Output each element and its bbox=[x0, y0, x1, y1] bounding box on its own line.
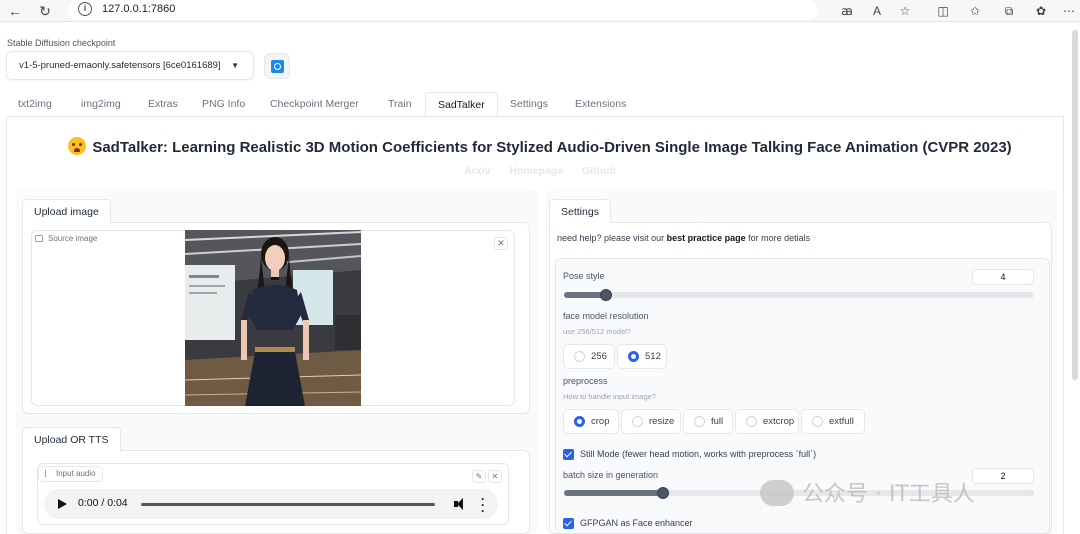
music-icon bbox=[45, 470, 51, 477]
extension-icon[interactable]: ✿ bbox=[1032, 2, 1050, 20]
best-practice-link[interactable]: best practice page bbox=[667, 233, 746, 243]
play-icon[interactable] bbox=[58, 499, 67, 509]
more-options-icon[interactable]: · · · bbox=[480, 493, 486, 517]
favorite-icon[interactable]: ☆ bbox=[896, 2, 914, 20]
back-icon[interactable]: ← bbox=[6, 2, 24, 20]
page-title: SadTalker: Learning Realistic 3D Motion … bbox=[0, 137, 1080, 156]
address-bar[interactable]: i 127.0.0.1:7860 bbox=[68, 0, 818, 20]
browser-toolbar: ← ↻ i 127.0.0.1:7860 ꜳ A ☆ ◫ ✩ ⧉ ✿ ⋯ bbox=[0, 0, 1080, 22]
radio-crop[interactable]: crop bbox=[563, 409, 619, 434]
help-text: need help? please visit our best practic… bbox=[557, 233, 811, 243]
preprocess-label: preprocess bbox=[563, 376, 608, 386]
checkpoint-label: Stable Diffusion checkpoint bbox=[7, 38, 116, 48]
refresh-checkpoint-button[interactable] bbox=[264, 53, 290, 79]
radio-dot bbox=[574, 351, 585, 362]
page-scrollbar[interactable] bbox=[1072, 30, 1078, 380]
radio-extcrop[interactable]: extcrop bbox=[735, 409, 799, 434]
tab-txt2img[interactable]: txt2img bbox=[18, 92, 52, 117]
clear-audio-button[interactable]: ✕ bbox=[488, 470, 502, 483]
text-size-icon[interactable]: A bbox=[868, 2, 886, 20]
arxiv-link[interactable]: Arxiv bbox=[464, 165, 490, 177]
tab-img2img[interactable]: img2img bbox=[81, 92, 121, 117]
checkpoint-value: v1-5-pruned-emaonly.safetensors [6ce0161… bbox=[19, 60, 221, 71]
clear-image-button[interactable]: ✕ bbox=[494, 237, 508, 250]
tab-extensions[interactable]: Extensions bbox=[575, 92, 626, 117]
tab-settings[interactable]: Settings bbox=[510, 92, 548, 117]
watermark: 公众号 · IT工具人 bbox=[760, 476, 975, 508]
source-image bbox=[185, 230, 361, 406]
audio-player: 0:00 / 0:04 · · · bbox=[44, 489, 498, 519]
batch-size-input[interactable]: 2 bbox=[972, 468, 1034, 484]
slider-fill bbox=[564, 490, 663, 496]
tab-sadtalker[interactable]: SadTalker bbox=[425, 92, 498, 117]
caret-down-icon: ▼ bbox=[231, 61, 239, 70]
preprocess-sub: How to handle input image? bbox=[563, 392, 656, 401]
pose-style-label: Pose style bbox=[563, 271, 605, 281]
checkpoint-dropdown[interactable]: v1-5-pruned-emaonly.safetensors [6ce0161… bbox=[6, 51, 254, 80]
radio-resize[interactable]: resize bbox=[621, 409, 681, 434]
refresh-icon bbox=[271, 60, 284, 73]
face-model-label: face model resolution bbox=[563, 311, 649, 321]
read-aloud-icon[interactable]: ꜳ bbox=[838, 2, 856, 20]
radio-512[interactable]: 512 bbox=[617, 344, 667, 369]
edit-audio-button[interactable]: ✎ bbox=[472, 470, 486, 483]
radio-extfull[interactable]: extfull bbox=[801, 409, 865, 434]
header-links: Arxiv Homepage Github bbox=[0, 165, 1080, 177]
audio-time: 0:00 / 0:04 bbox=[78, 497, 128, 509]
favorites-list-icon[interactable]: ✩ bbox=[966, 2, 984, 20]
pose-style-slider[interactable] bbox=[564, 289, 1034, 301]
tab-extras[interactable]: Extras bbox=[148, 92, 178, 117]
tab-upload-image[interactable]: Upload image bbox=[22, 199, 111, 223]
face-model-sub: use 256/512 model? bbox=[563, 327, 631, 336]
image-icon bbox=[35, 235, 43, 242]
volume-icon[interactable] bbox=[454, 498, 466, 510]
checkbox-checked[interactable] bbox=[563, 518, 574, 529]
tab-train[interactable]: Train bbox=[388, 92, 412, 117]
split-screen-icon[interactable]: ◫ bbox=[934, 2, 952, 20]
page-title-text: SadTalker: Learning Realistic 3D Motion … bbox=[92, 139, 1012, 156]
pose-style-input[interactable]: 4 bbox=[972, 269, 1034, 285]
url-text[interactable]: 127.0.0.1:7860 bbox=[102, 3, 175, 15]
radio-dot-selected bbox=[628, 351, 639, 362]
github-link[interactable]: Github bbox=[582, 165, 616, 177]
radio-full[interactable]: full bbox=[683, 409, 733, 434]
tab-png-info[interactable]: PNG Info bbox=[202, 92, 245, 117]
more-icon[interactable]: ⋯ bbox=[1060, 2, 1078, 20]
source-image-label: Source image bbox=[35, 234, 97, 243]
tab-settings-panel[interactable]: Settings bbox=[549, 199, 611, 223]
tab-upload-or-tts[interactable]: Upload OR TTS bbox=[22, 427, 121, 451]
info-icon[interactable]: i bbox=[78, 2, 92, 16]
checkbox-checked[interactable] bbox=[563, 449, 574, 460]
tab-checkpoint-merger[interactable]: Checkpoint Merger bbox=[270, 92, 359, 117]
slider-thumb[interactable] bbox=[600, 289, 612, 301]
batch-size-label: batch size in generation bbox=[563, 470, 659, 480]
radio-256[interactable]: 256 bbox=[563, 344, 615, 369]
crying-face-icon bbox=[68, 137, 87, 155]
slider-thumb[interactable] bbox=[657, 487, 669, 499]
collections-icon[interactable]: ⧉ bbox=[1000, 2, 1018, 20]
wechat-icon bbox=[760, 480, 794, 506]
reload-icon[interactable]: ↻ bbox=[36, 2, 54, 20]
homepage-link[interactable]: Homepage bbox=[509, 165, 563, 177]
input-audio-label: Input audio bbox=[38, 466, 103, 482]
audio-progress-bar[interactable] bbox=[141, 503, 435, 506]
